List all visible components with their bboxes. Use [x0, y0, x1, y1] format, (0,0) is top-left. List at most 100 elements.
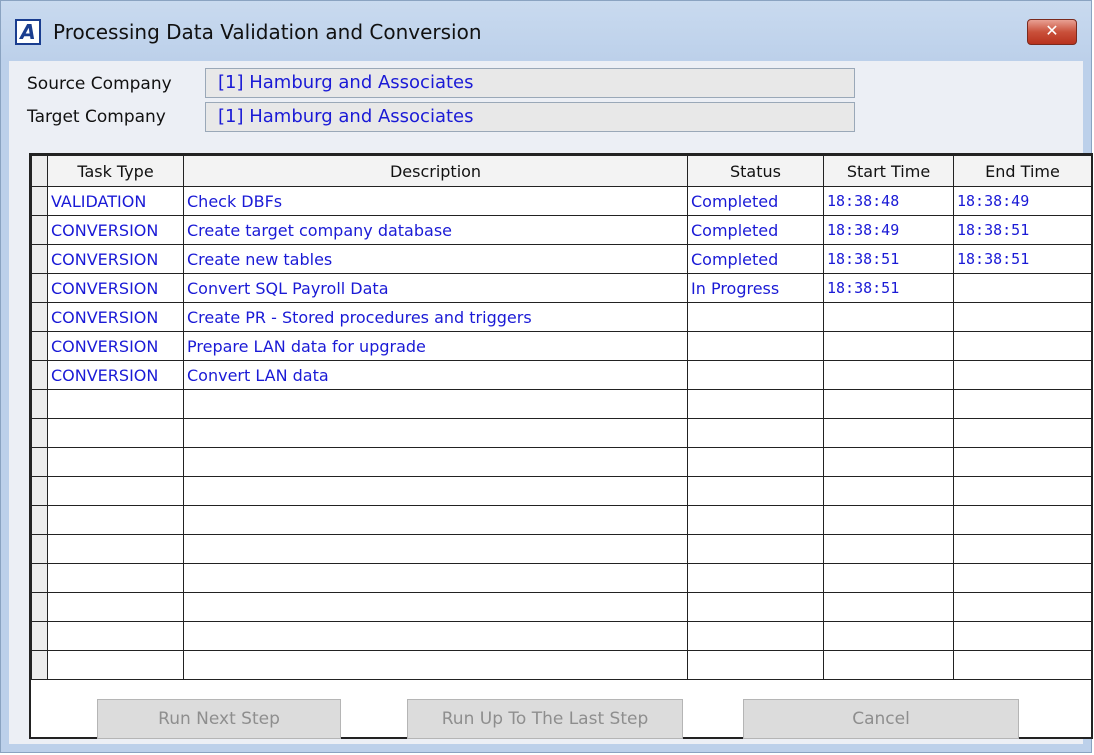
cell-task-type[interactable] — [47, 563, 184, 593]
cell-status[interactable] — [687, 389, 824, 419]
cell-task-type[interactable] — [47, 621, 184, 651]
cell-description[interactable]: Prepare LAN data for upgrade — [183, 331, 688, 361]
cell-start-time[interactable] — [823, 302, 954, 332]
cell-start-time[interactable] — [823, 418, 954, 448]
cell-end-time[interactable] — [953, 592, 1091, 622]
row-selector[interactable] — [31, 186, 48, 216]
row-selector[interactable] — [31, 447, 48, 477]
cell-task-type[interactable] — [47, 534, 184, 564]
cell-task-type[interactable] — [47, 650, 184, 680]
cell-description[interactable] — [183, 505, 688, 535]
cell-end-time[interactable] — [953, 418, 1091, 448]
cell-task-type[interactable]: CONVERSION — [47, 273, 184, 303]
cell-start-time[interactable]: 18:38:49 — [823, 215, 954, 245]
cell-end-time[interactable] — [953, 621, 1091, 651]
cell-description[interactable]: Create new tables — [183, 244, 688, 274]
cell-start-time[interactable] — [823, 360, 954, 390]
row-selector[interactable] — [31, 505, 48, 535]
run-next-step-button[interactable]: Run Next Step — [97, 699, 341, 739]
cell-status[interactable] — [687, 563, 824, 593]
cell-start-time[interactable] — [823, 505, 954, 535]
cell-status[interactable] — [687, 331, 824, 361]
table-row[interactable] — [31, 563, 1091, 593]
cell-end-time[interactable] — [953, 534, 1091, 564]
cell-description[interactable]: Convert LAN data — [183, 360, 688, 390]
column-header-status[interactable]: Status — [687, 155, 824, 187]
cell-description[interactable] — [183, 592, 688, 622]
cell-start-time[interactable] — [823, 447, 954, 477]
row-selector[interactable] — [31, 244, 48, 274]
cell-description[interactable]: Create PR - Stored procedures and trigge… — [183, 302, 688, 332]
cell-start-time[interactable] — [823, 331, 954, 361]
cell-status[interactable]: In Progress — [687, 273, 824, 303]
cell-start-time[interactable] — [823, 650, 954, 680]
cell-start-time[interactable] — [823, 476, 954, 506]
cancel-button[interactable]: Cancel — [743, 699, 1019, 739]
cell-status[interactable] — [687, 476, 824, 506]
cell-description[interactable] — [183, 650, 688, 680]
column-header-description[interactable]: Description — [183, 155, 688, 187]
cell-description[interactable] — [183, 418, 688, 448]
table-row[interactable]: CONVERSION Create new tables Completed 18:3… — [31, 244, 1091, 274]
cell-end-time[interactable] — [953, 650, 1091, 680]
column-header-end-time[interactable]: End Time — [953, 155, 1091, 187]
cell-task-type[interactable] — [47, 447, 184, 477]
cell-start-time[interactable]: 18:38:48 — [823, 186, 954, 216]
run-up-to-last-step-button[interactable]: Run Up To The Last Step — [407, 699, 683, 739]
cell-start-time[interactable]: 18:38:51 — [823, 273, 954, 303]
cell-status[interactable] — [687, 650, 824, 680]
cell-description[interactable]: Convert SQL Payroll Data — [183, 273, 688, 303]
cell-description[interactable] — [183, 534, 688, 564]
cell-end-time[interactable] — [953, 563, 1091, 593]
cell-end-time[interactable] — [953, 360, 1091, 390]
table-row[interactable] — [31, 418, 1091, 448]
table-row[interactable]: CONVERSION Create target company database… — [31, 215, 1091, 245]
row-selector[interactable] — [31, 650, 48, 680]
table-row[interactable]: CONVERSION Convert SQL Payroll Data In Pro… — [31, 273, 1091, 303]
cell-status[interactable] — [687, 621, 824, 651]
row-selector[interactable] — [31, 418, 48, 448]
cell-task-type[interactable]: CONVERSION — [47, 215, 184, 245]
cell-task-type[interactable]: CONVERSION — [47, 244, 184, 274]
cell-task-type[interactable]: CONVERSION — [47, 360, 184, 390]
row-selector[interactable] — [31, 389, 48, 419]
column-header-start-time[interactable]: Start Time — [823, 155, 954, 187]
table-row[interactable] — [31, 650, 1091, 680]
cell-end-time[interactable] — [953, 302, 1091, 332]
cell-end-time[interactable] — [953, 505, 1091, 535]
cell-description[interactable] — [183, 447, 688, 477]
cell-end-time[interactable]: 18:38:51 — [953, 215, 1091, 245]
cell-description[interactable] — [183, 563, 688, 593]
cell-start-time[interactable] — [823, 563, 954, 593]
cell-task-type[interactable]: VALIDATION — [47, 186, 184, 216]
row-selector[interactable] — [31, 302, 48, 332]
cell-end-time[interactable] — [953, 273, 1091, 303]
cell-end-time[interactable]: 18:38:49 — [953, 186, 1091, 216]
cell-description[interactable]: Create target company database — [183, 215, 688, 245]
cell-end-time[interactable] — [953, 389, 1091, 419]
cell-task-type[interactable] — [47, 418, 184, 448]
cell-task-type[interactable]: CONVERSION — [47, 331, 184, 361]
table-row[interactable]: CONVERSION Prepare LAN data for upgrade — [31, 331, 1091, 361]
table-row[interactable]: CONVERSION Create PR - Stored procedures … — [31, 302, 1091, 332]
close-button[interactable]: ✕ — [1027, 19, 1077, 45]
table-row[interactable] — [31, 534, 1091, 564]
row-selector[interactable] — [31, 563, 48, 593]
row-selector[interactable] — [31, 360, 48, 390]
row-selector[interactable] — [31, 592, 48, 622]
cell-task-type[interactable] — [47, 476, 184, 506]
row-selector[interactable] — [31, 621, 48, 651]
cell-start-time[interactable] — [823, 389, 954, 419]
cell-status[interactable] — [687, 505, 824, 535]
table-row[interactable] — [31, 447, 1091, 477]
table-row[interactable]: VALIDATION Check DBFs Completed 18:38:48 18:… — [31, 186, 1091, 216]
cell-start-time[interactable] — [823, 534, 954, 564]
cell-end-time[interactable] — [953, 476, 1091, 506]
cell-status[interactable] — [687, 360, 824, 390]
cell-description[interactable]: Check DBFs — [183, 186, 688, 216]
cell-start-time[interactable]: 18:38:51 — [823, 244, 954, 274]
row-selector[interactable] — [31, 476, 48, 506]
cell-status[interactable] — [687, 418, 824, 448]
row-selector[interactable] — [31, 215, 48, 245]
cell-start-time[interactable] — [823, 621, 954, 651]
